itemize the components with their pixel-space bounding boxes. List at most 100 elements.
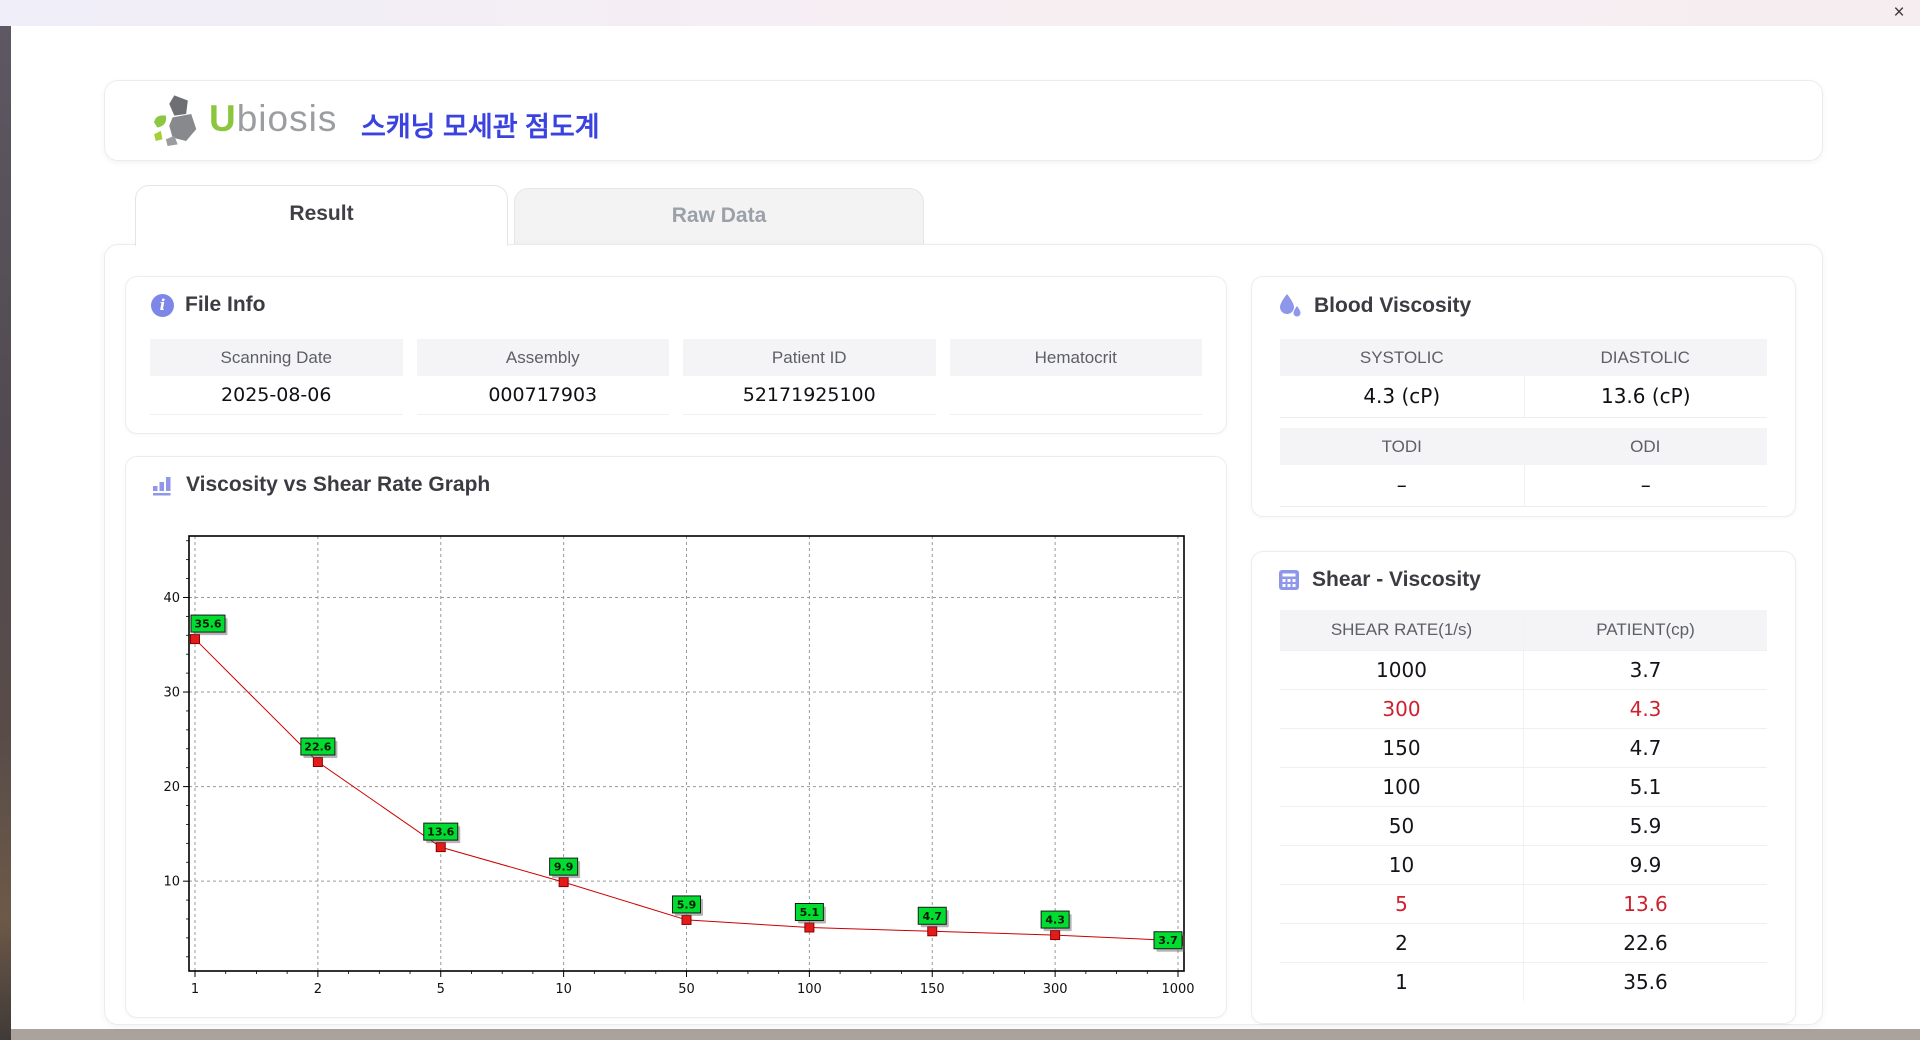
file-info-field-value: 52171925100	[683, 376, 936, 415]
svg-text:300: 300	[1043, 982, 1068, 997]
shear-table-header-cell: PATIENT(cp)	[1523, 610, 1767, 650]
file-info-field-label: Patient ID	[683, 339, 936, 376]
tab-result[interactable]: Result	[135, 185, 508, 246]
svg-text:13.6: 13.6	[427, 826, 454, 839]
svg-text:5.9: 5.9	[677, 898, 697, 911]
shear-rate-cell: 50	[1280, 807, 1523, 845]
shear-rate-cell: 150	[1280, 729, 1523, 767]
file-info-field-label: Scanning Date	[150, 339, 403, 376]
bar-chart-icon	[151, 473, 175, 497]
ubiosis-logo-text: Ubiosis	[209, 98, 337, 140]
svg-text:20: 20	[163, 780, 180, 795]
file-info-field-label: Hematocrit	[950, 339, 1203, 376]
svg-text:50: 50	[678, 982, 695, 997]
file-info-title: File Info	[185, 293, 266, 317]
app-window: Ubiosis 스캐닝 모세관 점도계 Result Raw Data i Fi…	[11, 26, 1920, 1029]
svg-text:35.6: 35.6	[194, 618, 221, 631]
info-icon: i	[151, 294, 174, 317]
shear-rate-cell: 2	[1280, 924, 1523, 962]
file-info-field-label: Assembly	[417, 339, 670, 376]
svg-text:40: 40	[163, 591, 180, 606]
file-info-field-value: 000717903	[417, 376, 670, 415]
svg-text:150: 150	[920, 982, 945, 997]
patient-viscosity-cell: 3.7	[1523, 651, 1767, 689]
svg-text:5.1: 5.1	[800, 906, 820, 919]
patient-viscosity-cell: 4.7	[1523, 729, 1767, 767]
svg-text:30: 30	[163, 686, 180, 701]
blood-viscosity-header: DIASTOLIC	[1524, 339, 1768, 376]
blood-viscosity-value: –	[1524, 465, 1768, 507]
water-drops-icon	[1277, 293, 1303, 319]
svg-text:1: 1	[191, 982, 199, 997]
blood-viscosity-header: SYSTOLIC	[1280, 339, 1524, 376]
logo-text-rest: biosis	[237, 98, 338, 139]
blood-viscosity-header: TODI	[1280, 428, 1524, 465]
shear-rate-cell: 10	[1280, 846, 1523, 884]
logo-text-u: U	[209, 98, 237, 139]
file-info-fields: Scanning Date2025-08-06 Assembly000717903…	[150, 339, 1202, 415]
shear-table-row: 513.6	[1280, 884, 1767, 923]
shear-table-row: 222.6	[1280, 923, 1767, 962]
patient-viscosity-cell: 35.6	[1523, 963, 1767, 1001]
svg-text:9.9: 9.9	[554, 861, 574, 874]
file-info-field: Patient ID52171925100	[683, 339, 936, 415]
patient-viscosity-cell: 4.3	[1523, 690, 1767, 728]
svg-text:4.3: 4.3	[1045, 914, 1065, 927]
blood-viscosity-value: 4.3 (cP)	[1280, 376, 1524, 418]
svg-text:100: 100	[797, 982, 822, 997]
desktop-edge-left	[0, 26, 11, 1040]
shear-rate-cell: 100	[1280, 768, 1523, 806]
shear-rate-cell: 1000	[1280, 651, 1523, 689]
close-icon[interactable]: ×	[1887, 1, 1911, 25]
blood-viscosity-value: 13.6 (cP)	[1524, 376, 1768, 418]
shear-table: SHEAR RATE(1/s)PATIENT(cp)10003.73004.31…	[1280, 610, 1767, 1001]
svg-text:5: 5	[437, 982, 445, 997]
viscosity-chart: 102030401251050100150300100035.622.613.6…	[141, 517, 1211, 1017]
header-card: Ubiosis 스캐닝 모세관 점도계	[104, 80, 1823, 161]
file-info-field-value: 2025-08-06	[150, 376, 403, 415]
graph-title: Viscosity vs Shear Rate Graph	[186, 473, 490, 497]
svg-text:10: 10	[555, 982, 572, 997]
file-info-field: Scanning Date2025-08-06	[150, 339, 403, 415]
table-calculator-icon	[1277, 568, 1301, 592]
file-info-field: Hematocrit	[950, 339, 1203, 415]
shear-table-row: 10003.7	[1280, 650, 1767, 689]
shear-table-header-row: SHEAR RATE(1/s)PATIENT(cp)	[1280, 610, 1767, 650]
patient-viscosity-cell: 13.6	[1523, 885, 1767, 923]
patient-viscosity-cell: 5.1	[1523, 768, 1767, 806]
screen: × Ubiosis 스캐닝 모세관 점도계 Result Raw Data	[0, 0, 1920, 1040]
blood-viscosity-title: Blood Viscosity	[1314, 294, 1471, 318]
patient-viscosity-cell: 9.9	[1523, 846, 1767, 884]
shear-rate-cell: 5	[1280, 885, 1523, 923]
svg-text:1000: 1000	[1161, 982, 1194, 997]
shear-table-row: 1504.7	[1280, 728, 1767, 767]
svg-text:2: 2	[314, 982, 322, 997]
svg-text:3.7: 3.7	[1158, 934, 1178, 947]
patient-viscosity-cell: 5.9	[1523, 807, 1767, 845]
ubiosis-logo-icon	[149, 92, 203, 146]
blood-viscosity-group: SYSTOLICDIASTOLIC4.3 (cP)13.6 (cP)	[1280, 339, 1767, 418]
shear-table-row: 1005.1	[1280, 767, 1767, 806]
ubiosis-logo: Ubiosis	[149, 92, 337, 146]
shear-table-row: 109.9	[1280, 845, 1767, 884]
file-info-card: i File Info Scanning Date2025-08-06 Assem…	[125, 276, 1227, 434]
blood-viscosity-header: ODI	[1524, 428, 1768, 465]
shear-viscosity-title: Shear - Viscosity	[1312, 568, 1481, 592]
blood-viscosity-group: TODIODI––	[1280, 428, 1767, 507]
window-titlebar: ×	[0, 0, 1920, 27]
graph-card: Viscosity vs Shear Rate Graph 10 20 30 40 1 2…	[125, 456, 1227, 1018]
shear-rate-cell: 300	[1280, 690, 1523, 728]
desktop-edge-bottom	[11, 1029, 1920, 1040]
shear-table-row: 505.9	[1280, 806, 1767, 845]
blood-viscosity-card: Blood Viscosity SYSTOLICDIASTOLIC4.3 (cP…	[1251, 276, 1796, 517]
svg-text:4.7: 4.7	[923, 910, 943, 923]
tab-raw-data[interactable]: Raw Data	[514, 188, 924, 244]
svg-text:22.6: 22.6	[304, 741, 331, 754]
file-info-field-value	[950, 376, 1203, 415]
shear-table-row: 135.6	[1280, 962, 1767, 1001]
shear-rate-cell: 1	[1280, 963, 1523, 1001]
app-title: 스캐닝 모세관 점도계	[361, 105, 600, 144]
patient-viscosity-cell: 22.6	[1523, 924, 1767, 962]
shear-table-header-cell: SHEAR RATE(1/s)	[1280, 610, 1523, 650]
blood-viscosity-table: SYSTOLICDIASTOLIC4.3 (cP)13.6 (cP)TODIOD…	[1280, 339, 1767, 517]
